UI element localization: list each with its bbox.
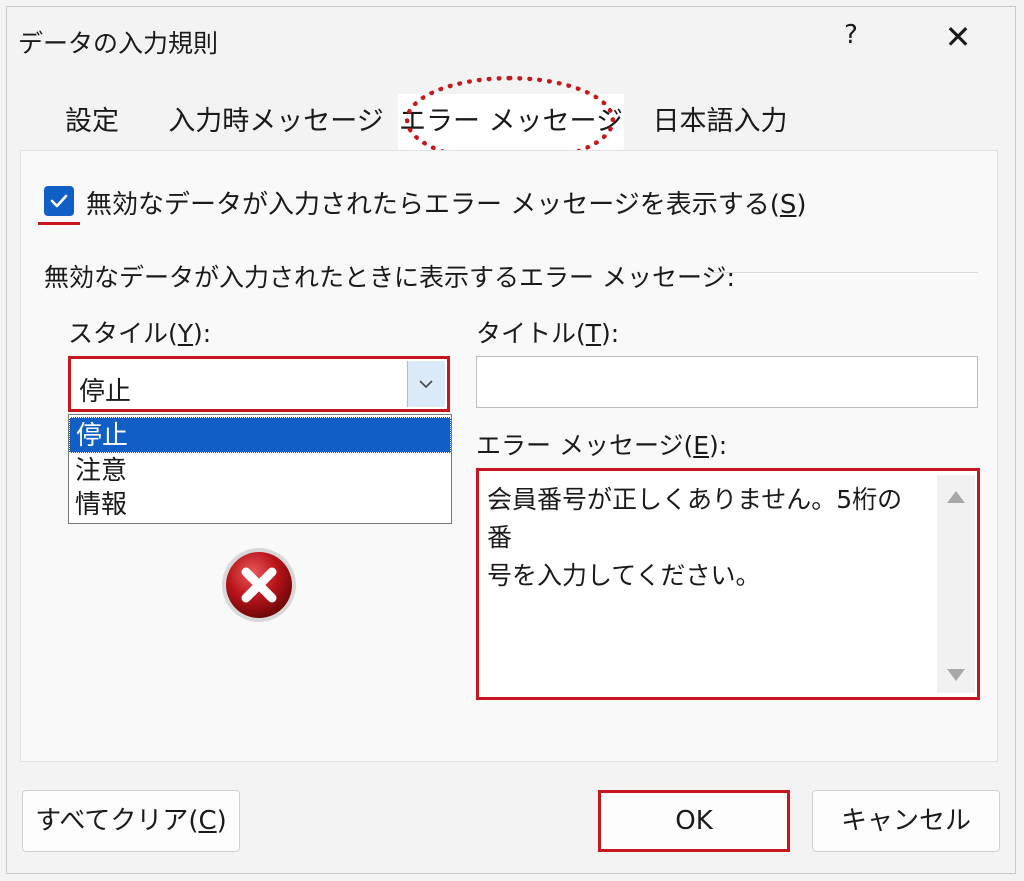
- title-input[interactable]: [476, 356, 978, 408]
- help-button[interactable]: ?: [836, 20, 866, 56]
- error-message-text: 会員番号が正しくありません。5桁の番 号を入力してください。: [487, 485, 903, 590]
- show-error-checkbox-label[interactable]: 無効なデータが入力されたらエラー メッセージを表示する(S): [86, 184, 807, 221]
- checkbox-underline-mark: [38, 222, 80, 225]
- scroll-down-arrow-icon[interactable]: [945, 667, 967, 683]
- check-icon: [50, 194, 68, 208]
- cancel-button[interactable]: キャンセル: [812, 790, 1000, 852]
- error-stop-icon: [222, 548, 296, 622]
- tab-input-message[interactable]: 入力時メッセージ: [160, 94, 392, 150]
- show-error-checkbox[interactable]: [44, 186, 74, 216]
- group-divider: [708, 272, 978, 273]
- style-select[interactable]: 停止: [68, 356, 450, 412]
- style-dropdown-list: 停止 注意 情報: [68, 414, 452, 524]
- chevron-down-icon: [419, 380, 433, 389]
- style-select-value: 停止: [79, 377, 132, 407]
- dialog-title: データの入力規則: [18, 29, 219, 58]
- error-message-label: エラー メッセージ(E):: [476, 431, 728, 460]
- style-option-stop[interactable]: 停止: [69, 417, 451, 453]
- tab-error-message[interactable]: エラー メッセージ: [398, 94, 624, 150]
- title-label: タイトル(T):: [476, 319, 620, 348]
- ok-button[interactable]: OK: [598, 790, 790, 852]
- message-scrollbar[interactable]: [937, 475, 975, 693]
- style-option-warning[interactable]: 注意: [69, 453, 451, 489]
- style-option-information[interactable]: 情報: [69, 487, 451, 523]
- scroll-up-arrow-icon[interactable]: [945, 489, 967, 505]
- error-message-textarea[interactable]: 会員番号が正しくありません。5桁の番 号を入力してください。: [476, 468, 980, 700]
- close-button[interactable]: ✕: [940, 18, 976, 58]
- tab-settings[interactable]: 設定: [40, 94, 144, 150]
- clear-all-button[interactable]: すべてクリア(C): [22, 790, 240, 852]
- tab-japanese-input[interactable]: 日本語入力: [632, 94, 808, 150]
- group-label: 無効なデータが入力されたときに表示するエラー メッセージ:: [44, 263, 735, 292]
- style-label: スタイル(Y):: [68, 319, 212, 348]
- style-select-dropdown-button[interactable]: [407, 361, 445, 407]
- title-bar: データの入力規則 ? ✕: [0, 0, 1008, 70]
